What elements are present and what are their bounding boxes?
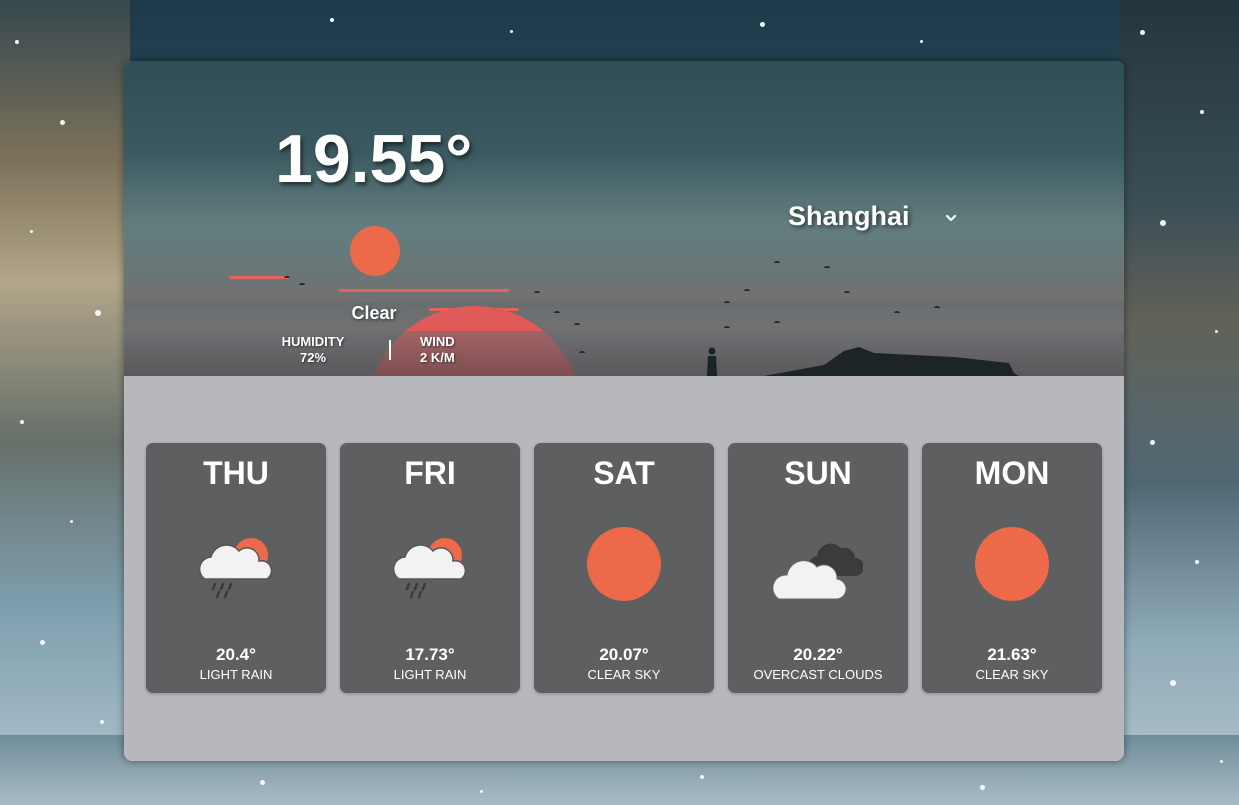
- snowflake: [1170, 680, 1176, 686]
- city-selector[interactable]: Shanghai: [788, 201, 910, 232]
- snowflake: [60, 120, 65, 125]
- humidity-label: HUMIDITY: [281, 334, 345, 349]
- wind-label: WIND: [420, 334, 455, 349]
- bird-silhouette: [724, 326, 730, 330]
- snowflake: [1220, 760, 1223, 763]
- forecast-temp: 20.4°: [216, 645, 256, 664]
- snowflake: [1150, 440, 1155, 445]
- bird-silhouette: [554, 311, 560, 315]
- bird-silhouette: [774, 261, 780, 265]
- bird-silhouette: [934, 306, 940, 310]
- forecast-day: SAT: [593, 455, 655, 491]
- snowflake: [700, 775, 704, 779]
- sun-icon: [975, 527, 1049, 601]
- forecast-card-sat: SAT 20.07° CLEAR SKY: [534, 443, 714, 693]
- bird-silhouette: [534, 291, 540, 295]
- snowflake: [70, 520, 73, 523]
- weather-card: 19.55° Clear HUMIDITY 72% WIND 2 K/M Sha…: [124, 61, 1124, 761]
- snowflake: [920, 40, 923, 43]
- shipwreck-silhouette: [764, 347, 1019, 376]
- snowflake: [100, 720, 104, 724]
- forecast-temp: 21.63°: [987, 645, 1037, 664]
- snowflake: [1195, 560, 1199, 564]
- snowflake: [480, 790, 483, 793]
- snowflake: [40, 640, 45, 645]
- snowflake: [330, 18, 334, 22]
- forecast-day: THU: [203, 455, 269, 491]
- forecast-desc: CLEAR SKY: [975, 667, 1049, 682]
- forecast-card-mon: MON 21.63° CLEAR SKY: [922, 443, 1102, 693]
- snowflake: [15, 40, 19, 44]
- forecast-temp: 20.22°: [793, 645, 843, 664]
- bird-silhouette: [824, 266, 830, 270]
- rain-cloud-sun-icon: [392, 538, 467, 599]
- wind-stat: WIND 2 K/M: [420, 334, 484, 366]
- forecast-card-fri: FRI 17.73° LIGHT RAIN: [340, 443, 520, 693]
- snowflake: [760, 22, 765, 27]
- snowflake: [30, 230, 33, 233]
- rain-cloud-sun-icon: [198, 538, 273, 599]
- bird-silhouette: [284, 276, 290, 280]
- snowflake: [1215, 330, 1218, 333]
- forecast-card-thu: THU 20.4° LIGHT RAIN: [146, 443, 326, 693]
- forecast-desc: LIGHT RAIN: [199, 667, 273, 682]
- current-condition: Clear: [351, 303, 397, 323]
- current-temperature: 19.55°: [275, 121, 473, 197]
- bird-silhouette: [724, 301, 730, 305]
- bird-silhouette: [574, 323, 580, 327]
- hero-banner: 19.55° Clear HUMIDITY 72% WIND 2 K/M Sha…: [124, 61, 1124, 376]
- forecast-card-sun: SUN 20.22° OVERCAST CLOUDS: [728, 443, 908, 693]
- bird-silhouette: [844, 291, 850, 295]
- snowflake: [95, 310, 101, 316]
- snowflake: [510, 30, 513, 33]
- chevron-down-icon[interactable]: [944, 211, 958, 225]
- wind-value: 2 K/M: [420, 350, 455, 365]
- bird-silhouette: [579, 351, 585, 355]
- overcast-clouds-icon: [773, 543, 863, 600]
- background-buildings-left: [0, 0, 130, 805]
- bird-silhouette: [774, 321, 780, 325]
- forecast-desc: CLEAR SKY: [587, 667, 661, 682]
- snowflake: [980, 785, 985, 790]
- humidity-stat: HUMIDITY 72%: [274, 334, 352, 366]
- stat-divider: [389, 340, 391, 360]
- background-buildings-right: [1119, 0, 1239, 805]
- forecast-day: FRI: [404, 455, 456, 491]
- forecast-day: SUN: [784, 455, 852, 491]
- snowflake: [260, 780, 265, 785]
- forecast-day: MON: [974, 455, 1050, 491]
- snowflake: [1200, 110, 1204, 114]
- snowflake: [20, 420, 24, 424]
- forecast-temp: 17.73°: [405, 645, 455, 664]
- forecast-temp: 20.07°: [599, 645, 649, 664]
- bird-silhouette: [744, 289, 750, 293]
- humidity-value: 72%: [299, 350, 327, 365]
- forecast-desc: OVERCAST CLOUDS: [753, 667, 883, 682]
- bird-silhouette: [894, 311, 900, 315]
- sun-icon: [587, 527, 661, 601]
- snowflake: [1140, 30, 1145, 35]
- sun-icon: [350, 226, 400, 276]
- snowflake: [1160, 220, 1166, 226]
- silhouette-figure: [707, 347, 717, 376]
- bird-silhouette: [299, 283, 305, 287]
- forecast-desc: LIGHT RAIN: [393, 667, 467, 682]
